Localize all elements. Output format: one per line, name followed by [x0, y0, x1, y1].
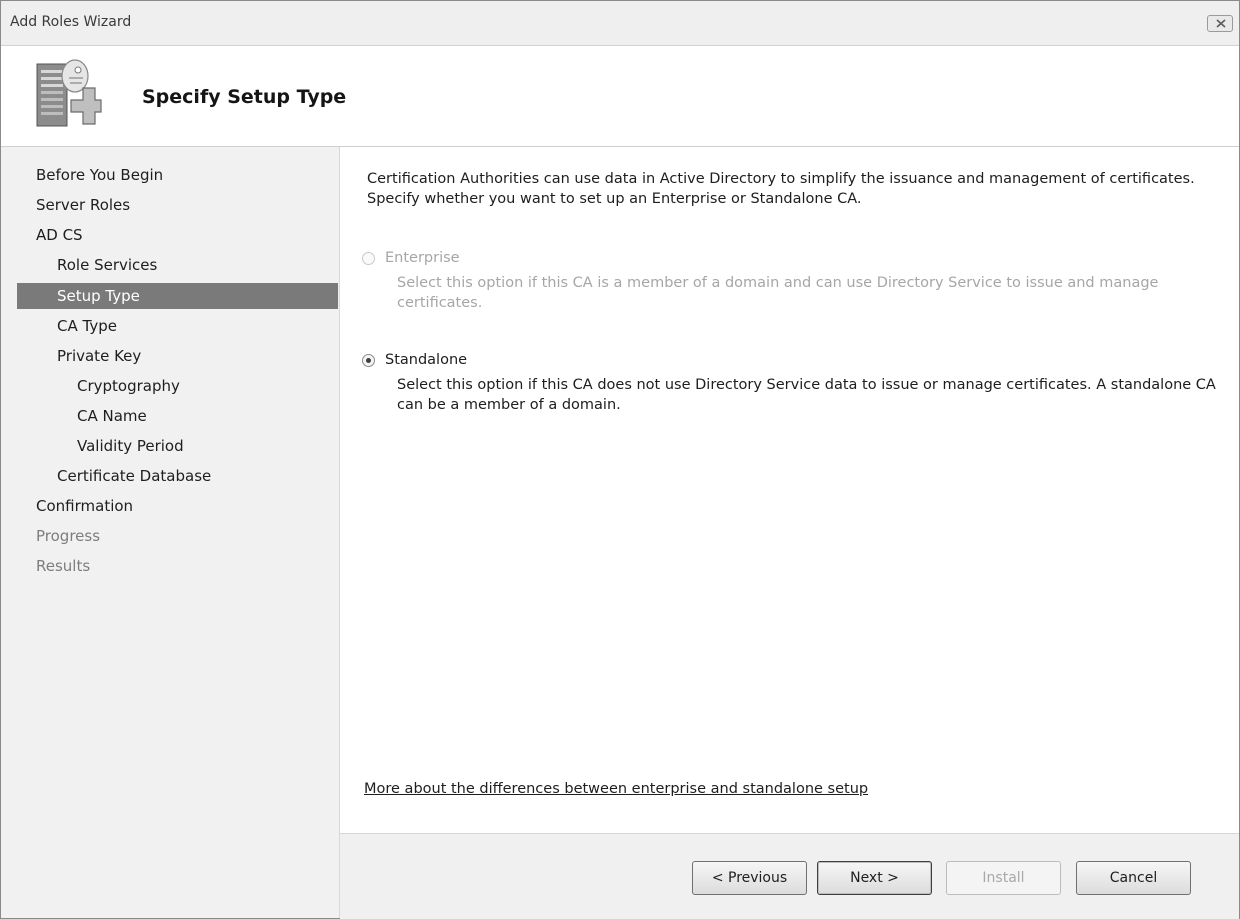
- enterprise-description: Select this option if this CA is a membe…: [397, 275, 1159, 311]
- next-button[interactable]: Next >: [817, 861, 932, 895]
- close-icon: [1216, 19, 1226, 28]
- nav-item-before-you-begin[interactable]: Before You Begin: [17, 162, 338, 188]
- wizard-header: Specify Setup Type: [1, 46, 1239, 147]
- window-title: Add Roles Wizard: [10, 14, 132, 30]
- nav-item-server-roles[interactable]: Server Roles: [17, 192, 338, 218]
- nav-item-certificate-database[interactable]: Certificate Database: [17, 463, 338, 489]
- nav-item-results: Results: [36, 557, 91, 575]
- nav-item-role-services[interactable]: Role Services: [17, 252, 338, 278]
- standalone-label: Standalone: [385, 352, 468, 368]
- wizard-content: Certification Authorities can use data i…: [340, 147, 1239, 833]
- nav-item-setup-type[interactable]: Setup Type: [17, 283, 338, 309]
- intro-text: Certification Authorities can use data i…: [367, 171, 1195, 207]
- previous-button[interactable]: < Previous: [692, 861, 807, 895]
- install-button[interactable]: Install: [946, 861, 1061, 895]
- wizard-footer: < Previous Next > Install Cancel: [340, 833, 1239, 919]
- nav-item-confirmation[interactable]: Confirmation: [17, 493, 338, 519]
- nav-item-progress: Progress: [36, 527, 101, 545]
- add-roles-wizard-window: Add Roles Wizard Specify Setup Type Befo…: [0, 0, 1240, 919]
- enterprise-label: Enterprise: [385, 250, 460, 266]
- nav-item-private-key[interactable]: Private Key: [17, 343, 338, 369]
- title-bar: Add Roles Wizard: [1, 1, 1239, 46]
- more-about-setup-link[interactable]: More about the differences between enter…: [364, 781, 868, 797]
- nav-item-ca-name[interactable]: CA Name: [17, 403, 338, 429]
- nav-item-ca-type[interactable]: CA Type: [17, 313, 338, 339]
- cancel-button[interactable]: Cancel: [1076, 861, 1191, 895]
- page-heading: Specify Setup Type: [142, 86, 347, 108]
- standalone-description: Select this option if this CA does not u…: [397, 377, 1216, 413]
- close-button[interactable]: [1207, 15, 1233, 32]
- nav-item-validity-period[interactable]: Validity Period: [17, 433, 338, 459]
- wizard-steps-nav: Before You Begin Server Roles AD CS Role…: [1, 147, 340, 918]
- standalone-radio[interactable]: [362, 354, 375, 367]
- enterprise-radio[interactable]: [362, 252, 375, 265]
- nav-item-cryptography[interactable]: Cryptography: [17, 373, 338, 399]
- nav-item-ad-cs[interactable]: AD CS: [17, 222, 338, 248]
- server-roles-icon: [36, 59, 102, 127]
